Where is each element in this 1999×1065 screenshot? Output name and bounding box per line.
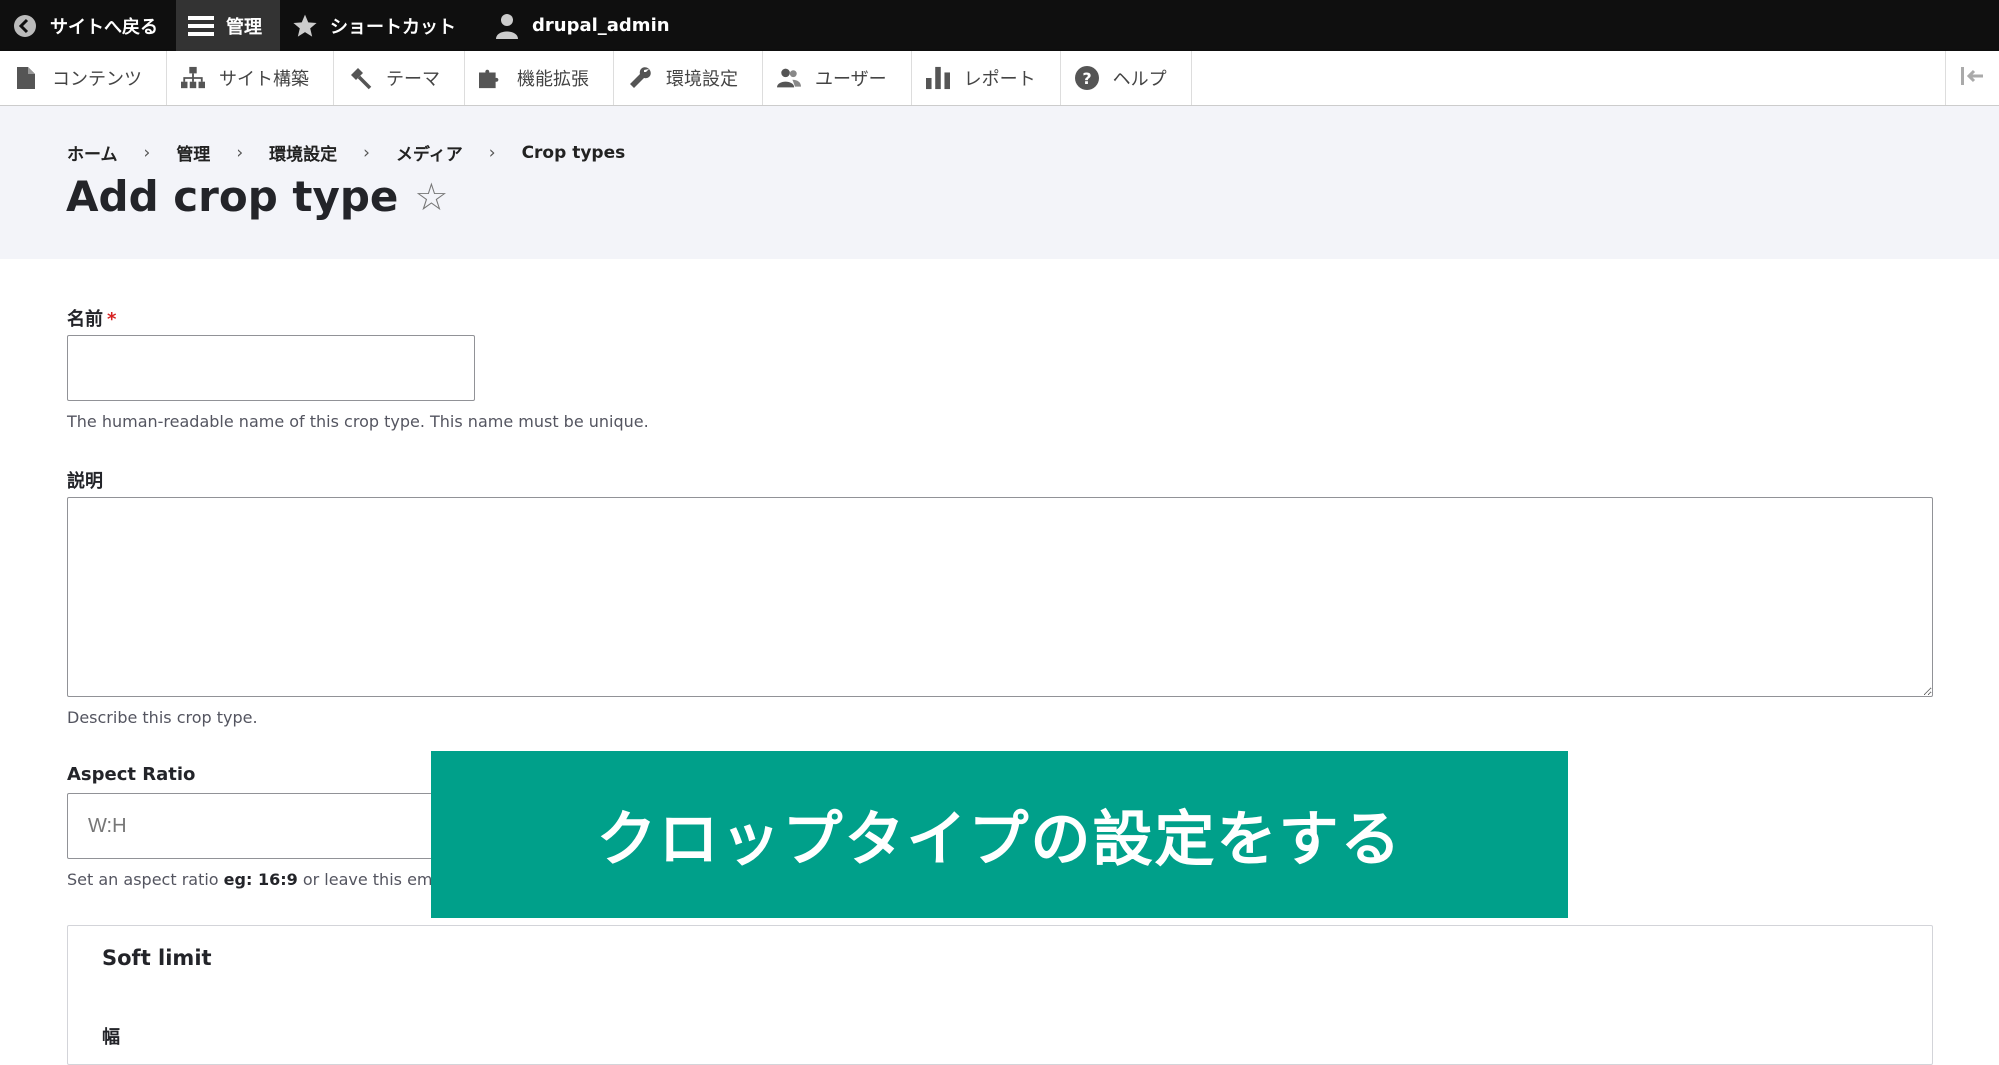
aspect-ratio-description: Set an aspect ratio eg: 16:9 or leave th… — [67, 870, 433, 889]
description-label: 説明 — [67, 471, 103, 492]
breadcrumb: ホーム › 管理 › 環境設定 › メディア › Crop types — [67, 140, 626, 166]
manage-tab[interactable]: 管理 — [176, 0, 280, 51]
manage-label: 管理 — [226, 16, 262, 38]
aspect-desc-post: or leave this em — [297, 870, 433, 889]
soft-limit-width-label: 幅 — [102, 1027, 120, 1048]
breadcrumb-separator: › — [143, 142, 151, 163]
tray-item-config[interactable]: 環境設定 — [614, 51, 763, 105]
back-to-site-button[interactable]: サイトへ戻る — [0, 0, 176, 51]
chevron-left-circle-icon — [12, 13, 38, 39]
tray-item-people[interactable]: ユーザー — [763, 51, 912, 105]
tray-item-help[interactable]: ? ヘルプ — [1061, 51, 1192, 105]
aspect-ratio-label: Aspect Ratio — [67, 764, 196, 785]
tray-item-structure[interactable]: サイト構築 — [167, 51, 334, 105]
breadcrumb-separator: › — [363, 142, 370, 163]
tray-item-label: ヘルプ — [1112, 69, 1167, 90]
file-icon — [14, 66, 38, 90]
breadcrumb-crop-types[interactable]: Crop types — [522, 143, 626, 163]
tray-item-label: コンテンツ — [52, 69, 142, 90]
aspect-ratio-input[interactable] — [67, 793, 475, 859]
tray-item-label: テーマ — [386, 69, 440, 90]
tray-item-label: 環境設定 — [666, 69, 738, 90]
caption-banner: クロップタイプの設定をする — [431, 751, 1568, 918]
admin-toolbar: サイトへ戻る 管理 ショートカット drupal_admin — [0, 0, 1999, 51]
name-label: 名前 * — [67, 305, 116, 331]
tray-item-label: 機能拡張 — [517, 69, 589, 90]
caption-banner-text: クロップタイプの設定をする — [596, 805, 1403, 875]
page-header: ホーム › 管理 › 環境設定 › メディア › Crop types Add … — [0, 106, 1999, 259]
tray-item-label: レポート — [963, 69, 1036, 90]
soft-limit-legend: Soft limit — [102, 946, 212, 970]
tray-item-reports[interactable]: レポート — [912, 51, 1061, 105]
tray-item-content[interactable]: コンテンツ — [0, 51, 167, 105]
description-textarea[interactable] — [67, 497, 1933, 697]
hamburger-icon — [188, 13, 214, 39]
breadcrumb-home[interactable]: ホーム — [67, 140, 118, 165]
description-help: Describe this crop type. — [67, 708, 258, 727]
soft-limit-fieldset: Soft limit 幅 — [67, 925, 1933, 1065]
required-marker: * — [107, 309, 117, 330]
name-input[interactable] — [67, 335, 475, 401]
aspect-desc-pre: Set an aspect ratio — [67, 870, 224, 889]
user-tab[interactable]: drupal_admin — [482, 0, 688, 51]
user-icon — [494, 13, 520, 39]
tray-item-label: サイト構築 — [219, 69, 309, 90]
user-label: drupal_admin — [532, 15, 670, 36]
paintbrush-icon — [348, 66, 372, 90]
shortcuts-label: ショートカット — [330, 16, 456, 38]
star-icon — [292, 13, 318, 39]
puzzle-icon — [479, 66, 503, 90]
tray-item-appearance[interactable]: テーマ — [334, 51, 465, 105]
tray-item-extend[interactable]: 機能拡張 — [465, 51, 614, 105]
tray-item-label: ユーザー — [815, 69, 887, 90]
breadcrumb-separator: › — [236, 142, 244, 163]
sitemap-icon — [181, 66, 205, 90]
collapse-icon — [1960, 67, 1985, 89]
page-title-text: Add crop type — [66, 172, 399, 221]
shortcuts-tab[interactable]: ショートカット — [280, 0, 474, 51]
breadcrumb-separator: › — [488, 142, 496, 163]
wrench-icon — [628, 66, 652, 90]
help-icon: ? — [1074, 66, 1099, 90]
breadcrumb-media[interactable]: メディア — [396, 140, 463, 165]
shortcut-star-icon[interactable]: ☆ — [414, 175, 448, 219]
svg-text:?: ? — [1082, 69, 1091, 88]
aspect-desc-example: eg: 16:9 — [223, 870, 298, 889]
name-description: The human-readable name of this crop typ… — [67, 412, 649, 431]
back-to-site-label: サイトへ戻る — [50, 16, 158, 38]
name-label-text: 名前 — [67, 309, 103, 330]
page-title: Add crop type ☆ — [66, 172, 449, 221]
tray-orientation-toggle[interactable] — [1945, 51, 1999, 105]
breadcrumb-config[interactable]: 環境設定 — [269, 140, 337, 165]
bar-chart-icon — [925, 66, 950, 90]
users-icon — [777, 66, 801, 90]
breadcrumb-admin[interactable]: 管理 — [176, 140, 210, 165]
admin-tray: コンテンツ サイト構築 テーマ 機能拡張 環境設定 ユーザー レポート ? ヘル… — [0, 51, 1999, 106]
